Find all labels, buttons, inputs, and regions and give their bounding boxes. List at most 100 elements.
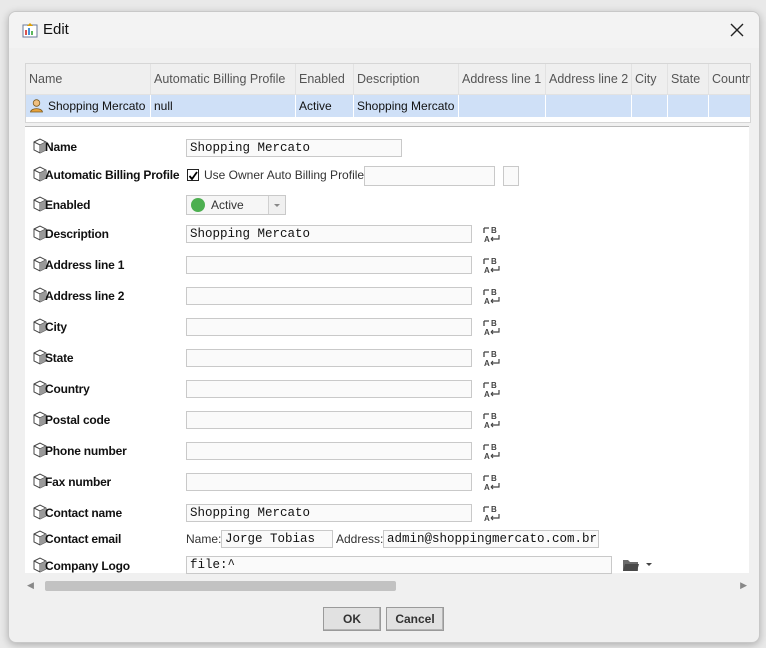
table-header: Name Automatic Billing Profile Enabled D… [26,64,750,95]
address1-input[interactable] [186,256,472,274]
text-format-icon[interactable]: BA [483,287,501,305]
cell-state [668,95,709,117]
svg-text:B: B [491,443,497,452]
svg-text:B: B [491,319,497,328]
fax-input[interactable] [186,473,472,491]
text-format-icon[interactable]: BA [483,225,501,243]
email-name-label: Name: [186,532,222,546]
column-header-country[interactable]: Country [709,64,750,94]
cell-name-text: Shopping Mercato [48,99,146,113]
label-address2: Address line 2 [45,289,125,303]
address2-input[interactable] [186,287,472,305]
cell-address1 [459,95,546,117]
country-input[interactable] [186,380,472,398]
edit-dialog: Edit Name Automatic Billing Profile Enab… [8,11,760,643]
label-postal: Postal code [45,413,111,427]
label-address1: Address line 1 [45,258,125,272]
name-input[interactable]: Shopping Mercato [186,139,402,157]
contact-name-input[interactable]: Shopping Mercato [186,504,472,522]
folder-icon[interactable] [622,558,640,572]
row-fax: Fax number BA [25,468,749,496]
text-format-icon[interactable]: BA [483,349,501,367]
app-icon [22,23,38,38]
row-billing: Automatic Billing Profile Use Owner Auto… [25,161,749,189]
svg-text:A: A [484,514,490,522]
chevron-down-icon [268,196,285,214]
text-format-icon[interactable]: BA [483,442,501,460]
title-bar: Edit [9,12,759,48]
svg-text:B: B [491,226,497,235]
postal-input[interactable] [186,411,472,429]
cell-billing: null [151,95,296,117]
cell-city [632,95,668,117]
svg-text:A: A [484,235,490,243]
cell-enabled: Active [296,95,354,117]
row-city: City BA [25,313,749,341]
column-header-description[interactable]: Description [354,64,459,94]
column-header-address1[interactable]: Address line 1 [459,64,546,94]
row-address2: Address line 2 BA [25,282,749,310]
horizontal-scrollbar[interactable]: ◀ ▶ [25,578,749,594]
column-header-city[interactable]: City [632,64,668,94]
company-logo-input[interactable]: file:^ [186,556,612,574]
column-header-billing[interactable]: Automatic Billing Profile [151,64,296,94]
row-state: State BA [25,344,749,372]
ok-button[interactable]: OK [323,607,381,631]
svg-text:A: A [484,452,490,460]
svg-text:B: B [491,412,497,421]
scroll-right-icon[interactable]: ▶ [740,580,747,591]
billing-profile-input[interactable] [364,166,495,186]
close-button[interactable] [715,12,759,48]
chevron-down-icon[interactable] [645,562,653,568]
svg-text:A: A [484,297,490,305]
svg-text:A: A [484,421,490,429]
column-header-state[interactable]: State [668,64,709,94]
label-contact-email: Contact email [45,532,122,546]
svg-text:A: A [484,266,490,274]
text-format-icon[interactable]: BA [483,318,501,336]
svg-text:A: A [484,390,490,398]
phone-input[interactable] [186,442,472,460]
cancel-button[interactable]: Cancel [386,607,444,631]
email-name-input[interactable]: Jorge Tobias [221,530,333,548]
label-billing: Automatic Billing Profile [45,168,180,182]
row-address1: Address line 1 BA [25,251,749,279]
column-header-enabled[interactable]: Enabled [296,64,354,94]
cell-address2 [546,95,632,117]
svg-text:B: B [491,474,497,483]
text-format-icon[interactable]: BA [483,380,501,398]
svg-text:A: A [484,328,490,336]
label-country: Country [45,382,90,396]
scroll-left-icon[interactable]: ◀ [27,580,34,591]
email-address-input[interactable]: admin@shoppingmercato.com.br [383,530,599,548]
cell-name: Shopping Mercato [26,95,151,117]
billing-profile-picker-button[interactable] [503,166,519,186]
svg-text:A: A [484,359,490,367]
table-row[interactable]: Shopping Mercato null Active Shopping Me… [26,95,750,117]
dialog-title: Edit [43,21,69,38]
description-input[interactable]: Shopping Mercato [186,225,472,243]
enabled-value: Active [211,198,244,212]
state-input[interactable] [186,349,472,367]
city-input[interactable] [186,318,472,336]
cell-country [709,95,750,117]
column-header-address2[interactable]: Address line 2 [546,64,632,94]
row-country: Country BA [25,375,749,403]
row-postal: Postal code BA [25,406,749,434]
text-format-icon[interactable]: BA [483,473,501,491]
svg-text:B: B [491,288,497,297]
owner-billing-checkbox[interactable] [187,169,199,181]
text-format-icon[interactable]: BA [483,504,501,522]
row-contact-name: Contact name Shopping Mercato BA [25,499,749,527]
user-icon [30,99,43,113]
text-format-icon[interactable]: BA [483,411,501,429]
row-name: Name Shopping Mercato [25,133,749,161]
row-enabled: Enabled Active [25,191,749,219]
enabled-select[interactable]: Active [186,195,286,215]
scrollbar-thumb[interactable] [45,581,396,591]
row-contact-email: Contact email Name: Jorge Tobias Address… [25,525,749,553]
owner-billing-label: Use Owner Auto Billing Profile [204,168,365,182]
text-format-icon[interactable]: BA [483,256,501,274]
column-header-name[interactable]: Name [26,64,151,94]
checkmark-icon [188,171,198,181]
